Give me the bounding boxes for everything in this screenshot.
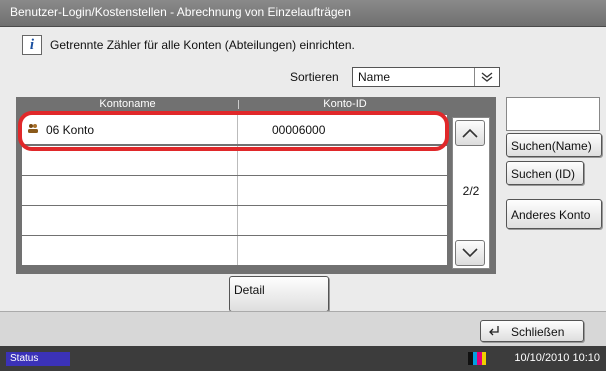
return-arrow-icon [487,324,501,340]
close-button[interactable]: Schließen [480,320,584,342]
device-screen: Benutzer-Login/Kostenstellen - Abrechnun… [0,0,606,371]
sort-dropdown[interactable]: Name [352,67,500,87]
column-header-id: Konto-ID [323,98,367,110]
info-message: i Getrennte Zähler für alle Konten (Abte… [22,34,355,56]
cell-account-name [22,236,238,265]
search-id-button[interactable]: Suchen (ID) [506,161,584,185]
page-indicator: 2/2 [462,184,480,198]
page-navigator: 2/2 [452,117,490,269]
search-name-button[interactable]: Suchen(Name) [506,133,602,157]
cell-account-id [238,176,447,205]
cell-account-id [238,206,447,235]
info-text: Getrennte Zähler für alle Konten (Abteil… [50,38,355,52]
column-header-name: Kontoname [99,98,156,110]
toner-level-icon [468,352,486,365]
chevron-down-icon[interactable] [474,68,499,86]
cell-account-name [22,176,238,205]
status-bar: Status 10/10/2010 10:10 [0,346,606,371]
cell-account-id [238,236,447,265]
page-up-button[interactable] [455,120,485,146]
sort-selected-value: Name [358,70,391,84]
header-divider [238,100,239,109]
info-icon: i [22,35,42,55]
detail-button[interactable]: Detail [229,276,329,312]
window-title: Benutzer-Login/Kostenstellen - Abrechnun… [10,5,351,19]
table-header: Kontoname Konto-ID [16,97,496,111]
chevron-up-icon [462,128,478,138]
datetime: 10/10/2010 10:10 [514,352,600,364]
table-row[interactable] [22,206,447,235]
close-label: Schließen [511,325,565,339]
sort-label: Sortieren [290,70,339,84]
selection-highlight [18,111,449,151]
chevron-down-icon [462,248,478,258]
other-account-button[interactable]: Anderes Konto [506,199,602,229]
page-down-button[interactable] [455,240,485,266]
table-row[interactable] [22,176,447,205]
status-button[interactable]: Status [6,352,70,366]
title-bar: Benutzer-Login/Kostenstellen - Abrechnun… [0,0,606,27]
table-row[interactable] [22,236,447,265]
cell-account-name [22,206,238,235]
search-result-box [506,97,600,131]
